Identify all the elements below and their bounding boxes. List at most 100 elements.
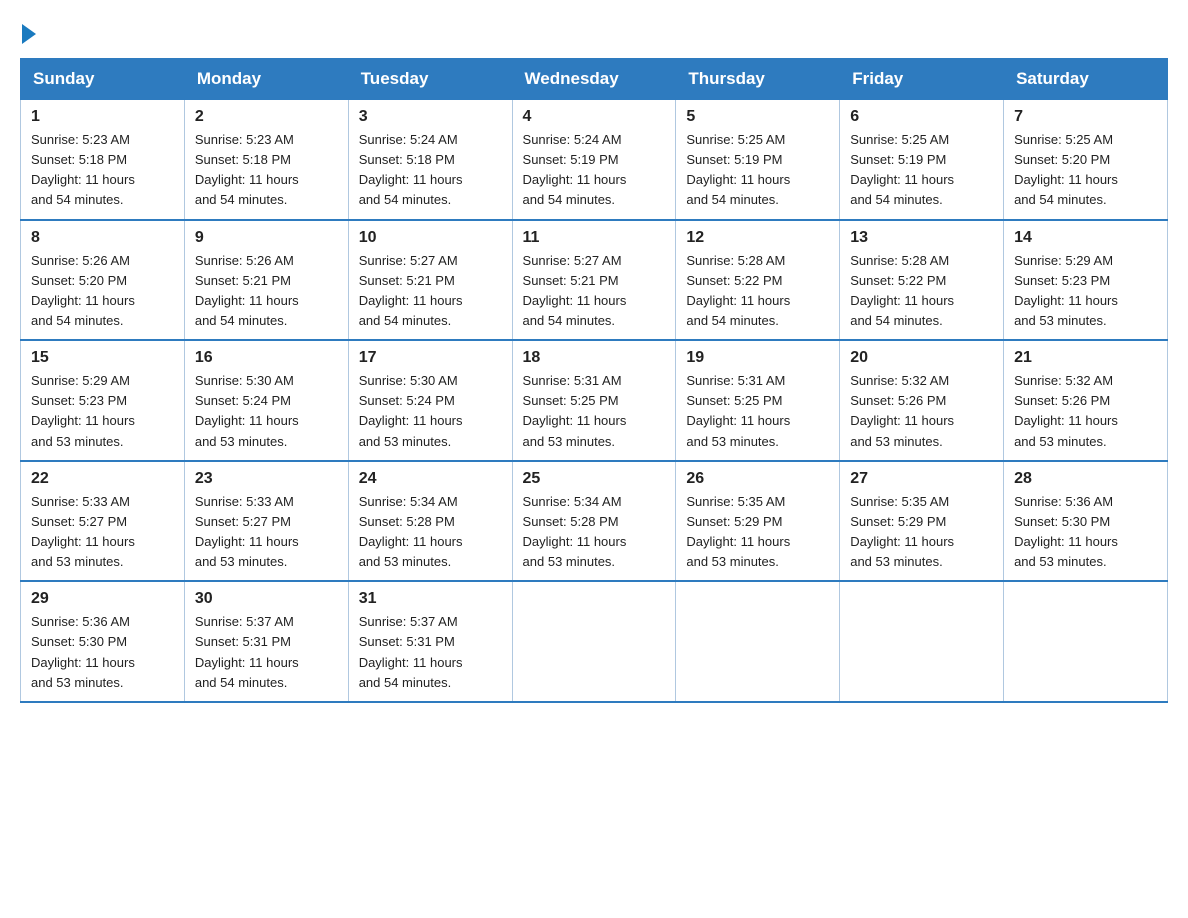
day-number: 12 [686, 229, 829, 247]
calendar-day-cell: 21 Sunrise: 5:32 AM Sunset: 5:26 PM Dayl… [1004, 340, 1168, 461]
page-header [20, 20, 1168, 40]
day-info: Sunrise: 5:32 AM Sunset: 5:26 PM Dayligh… [850, 371, 993, 452]
weekday-header-saturday: Saturday [1004, 59, 1168, 100]
day-number: 30 [195, 590, 338, 608]
calendar-day-cell: 14 Sunrise: 5:29 AM Sunset: 5:23 PM Dayl… [1004, 220, 1168, 341]
weekday-header-monday: Monday [184, 59, 348, 100]
day-info: Sunrise: 5:25 AM Sunset: 5:20 PM Dayligh… [1014, 130, 1157, 211]
day-info: Sunrise: 5:23 AM Sunset: 5:18 PM Dayligh… [31, 130, 174, 211]
calendar-day-cell: 19 Sunrise: 5:31 AM Sunset: 5:25 PM Dayl… [676, 340, 840, 461]
calendar-day-cell: 15 Sunrise: 5:29 AM Sunset: 5:23 PM Dayl… [21, 340, 185, 461]
day-number: 26 [686, 470, 829, 488]
day-number: 29 [31, 590, 174, 608]
calendar-week-row: 1 Sunrise: 5:23 AM Sunset: 5:18 PM Dayli… [21, 100, 1168, 220]
calendar-day-cell: 1 Sunrise: 5:23 AM Sunset: 5:18 PM Dayli… [21, 100, 185, 220]
day-number: 3 [359, 108, 502, 126]
day-info: Sunrise: 5:35 AM Sunset: 5:29 PM Dayligh… [850, 492, 993, 573]
day-number: 16 [195, 349, 338, 367]
calendar-day-cell: 23 Sunrise: 5:33 AM Sunset: 5:27 PM Dayl… [184, 461, 348, 582]
calendar-week-row: 29 Sunrise: 5:36 AM Sunset: 5:30 PM Dayl… [21, 581, 1168, 702]
day-info: Sunrise: 5:35 AM Sunset: 5:29 PM Dayligh… [686, 492, 829, 573]
day-number: 13 [850, 229, 993, 247]
calendar-day-cell: 6 Sunrise: 5:25 AM Sunset: 5:19 PM Dayli… [840, 100, 1004, 220]
day-info: Sunrise: 5:24 AM Sunset: 5:18 PM Dayligh… [359, 130, 502, 211]
day-number: 2 [195, 108, 338, 126]
calendar-table: SundayMondayTuesdayWednesdayThursdayFrid… [20, 58, 1168, 703]
day-number: 28 [1014, 470, 1157, 488]
calendar-day-cell: 25 Sunrise: 5:34 AM Sunset: 5:28 PM Dayl… [512, 461, 676, 582]
day-info: Sunrise: 5:32 AM Sunset: 5:26 PM Dayligh… [1014, 371, 1157, 452]
day-number: 4 [523, 108, 666, 126]
day-info: Sunrise: 5:27 AM Sunset: 5:21 PM Dayligh… [359, 251, 502, 332]
calendar-day-cell: 29 Sunrise: 5:36 AM Sunset: 5:30 PM Dayl… [21, 581, 185, 702]
day-info: Sunrise: 5:28 AM Sunset: 5:22 PM Dayligh… [850, 251, 993, 332]
day-number: 22 [31, 470, 174, 488]
day-info: Sunrise: 5:26 AM Sunset: 5:21 PM Dayligh… [195, 251, 338, 332]
day-number: 1 [31, 108, 174, 126]
day-info: Sunrise: 5:29 AM Sunset: 5:23 PM Dayligh… [31, 371, 174, 452]
day-info: Sunrise: 5:24 AM Sunset: 5:19 PM Dayligh… [523, 130, 666, 211]
calendar-day-cell: 26 Sunrise: 5:35 AM Sunset: 5:29 PM Dayl… [676, 461, 840, 582]
calendar-day-cell: 2 Sunrise: 5:23 AM Sunset: 5:18 PM Dayli… [184, 100, 348, 220]
day-number: 7 [1014, 108, 1157, 126]
calendar-day-cell: 24 Sunrise: 5:34 AM Sunset: 5:28 PM Dayl… [348, 461, 512, 582]
day-info: Sunrise: 5:33 AM Sunset: 5:27 PM Dayligh… [195, 492, 338, 573]
calendar-day-cell: 7 Sunrise: 5:25 AM Sunset: 5:20 PM Dayli… [1004, 100, 1168, 220]
day-number: 5 [686, 108, 829, 126]
calendar-day-cell [840, 581, 1004, 702]
day-number: 8 [31, 229, 174, 247]
calendar-day-cell: 5 Sunrise: 5:25 AM Sunset: 5:19 PM Dayli… [676, 100, 840, 220]
day-number: 10 [359, 229, 502, 247]
day-number: 21 [1014, 349, 1157, 367]
calendar-day-cell: 9 Sunrise: 5:26 AM Sunset: 5:21 PM Dayli… [184, 220, 348, 341]
day-info: Sunrise: 5:25 AM Sunset: 5:19 PM Dayligh… [686, 130, 829, 211]
day-number: 11 [523, 229, 666, 247]
calendar-day-cell [512, 581, 676, 702]
day-number: 15 [31, 349, 174, 367]
calendar-day-cell: 28 Sunrise: 5:36 AM Sunset: 5:30 PM Dayl… [1004, 461, 1168, 582]
calendar-day-cell: 30 Sunrise: 5:37 AM Sunset: 5:31 PM Dayl… [184, 581, 348, 702]
calendar-day-cell: 12 Sunrise: 5:28 AM Sunset: 5:22 PM Dayl… [676, 220, 840, 341]
day-number: 23 [195, 470, 338, 488]
calendar-day-cell: 20 Sunrise: 5:32 AM Sunset: 5:26 PM Dayl… [840, 340, 1004, 461]
day-info: Sunrise: 5:29 AM Sunset: 5:23 PM Dayligh… [1014, 251, 1157, 332]
day-info: Sunrise: 5:37 AM Sunset: 5:31 PM Dayligh… [195, 612, 338, 693]
logo [20, 20, 36, 40]
day-number: 17 [359, 349, 502, 367]
weekday-header-sunday: Sunday [21, 59, 185, 100]
weekday-header-wednesday: Wednesday [512, 59, 676, 100]
day-number: 31 [359, 590, 502, 608]
day-info: Sunrise: 5:23 AM Sunset: 5:18 PM Dayligh… [195, 130, 338, 211]
weekday-header-thursday: Thursday [676, 59, 840, 100]
calendar-week-row: 8 Sunrise: 5:26 AM Sunset: 5:20 PM Dayli… [21, 220, 1168, 341]
day-number: 14 [1014, 229, 1157, 247]
day-info: Sunrise: 5:37 AM Sunset: 5:31 PM Dayligh… [359, 612, 502, 693]
calendar-day-cell [676, 581, 840, 702]
day-number: 25 [523, 470, 666, 488]
calendar-week-row: 15 Sunrise: 5:29 AM Sunset: 5:23 PM Dayl… [21, 340, 1168, 461]
calendar-day-cell: 11 Sunrise: 5:27 AM Sunset: 5:21 PM Dayl… [512, 220, 676, 341]
day-info: Sunrise: 5:36 AM Sunset: 5:30 PM Dayligh… [31, 612, 174, 693]
calendar-day-cell: 4 Sunrise: 5:24 AM Sunset: 5:19 PM Dayli… [512, 100, 676, 220]
day-number: 18 [523, 349, 666, 367]
calendar-week-row: 22 Sunrise: 5:33 AM Sunset: 5:27 PM Dayl… [21, 461, 1168, 582]
calendar-day-cell: 10 Sunrise: 5:27 AM Sunset: 5:21 PM Dayl… [348, 220, 512, 341]
day-info: Sunrise: 5:25 AM Sunset: 5:19 PM Dayligh… [850, 130, 993, 211]
weekday-header-tuesday: Tuesday [348, 59, 512, 100]
calendar-day-cell: 31 Sunrise: 5:37 AM Sunset: 5:31 PM Dayl… [348, 581, 512, 702]
calendar-day-cell: 16 Sunrise: 5:30 AM Sunset: 5:24 PM Dayl… [184, 340, 348, 461]
day-number: 9 [195, 229, 338, 247]
weekday-header-friday: Friday [840, 59, 1004, 100]
calendar-day-cell: 17 Sunrise: 5:30 AM Sunset: 5:24 PM Dayl… [348, 340, 512, 461]
calendar-day-cell: 22 Sunrise: 5:33 AM Sunset: 5:27 PM Dayl… [21, 461, 185, 582]
weekday-header-row: SundayMondayTuesdayWednesdayThursdayFrid… [21, 59, 1168, 100]
calendar-day-cell: 8 Sunrise: 5:26 AM Sunset: 5:20 PM Dayli… [21, 220, 185, 341]
day-info: Sunrise: 5:28 AM Sunset: 5:22 PM Dayligh… [686, 251, 829, 332]
day-info: Sunrise: 5:36 AM Sunset: 5:30 PM Dayligh… [1014, 492, 1157, 573]
calendar-day-cell: 3 Sunrise: 5:24 AM Sunset: 5:18 PM Dayli… [348, 100, 512, 220]
day-number: 20 [850, 349, 993, 367]
calendar-day-cell [1004, 581, 1168, 702]
day-info: Sunrise: 5:31 AM Sunset: 5:25 PM Dayligh… [523, 371, 666, 452]
day-info: Sunrise: 5:27 AM Sunset: 5:21 PM Dayligh… [523, 251, 666, 332]
calendar-day-cell: 27 Sunrise: 5:35 AM Sunset: 5:29 PM Dayl… [840, 461, 1004, 582]
